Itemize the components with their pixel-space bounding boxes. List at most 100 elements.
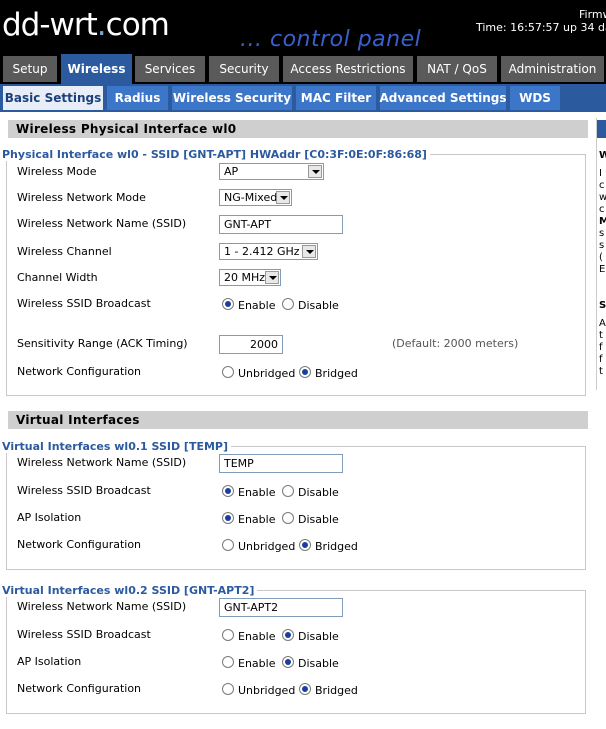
help-panel: W I c w c M s s ( E S A t f f t [596, 118, 606, 390]
tab-administration[interactable]: Administration [501, 56, 604, 82]
help-letter: S [599, 300, 606, 311]
help-letter: W [599, 150, 606, 161]
netconf-label: Network Configuration [17, 365, 142, 378]
subtab-mac-filter[interactable]: MAC Filter [296, 86, 376, 110]
ddwrt-logo: dd-wrt.com [2, 7, 170, 43]
tab-access-restrictions[interactable]: Access Restrictions [283, 56, 413, 82]
ssid-input[interactable]: GNT-APT [219, 215, 343, 234]
broadcast-disable-radio[interactable] [282, 298, 294, 310]
chevron-down-icon [265, 271, 279, 284]
channel-label: Wireless Channel [17, 245, 112, 258]
vif1-broadcast-disable-label: Disable [298, 486, 339, 499]
ssid-label: Wireless Network Name (SSID) [17, 217, 187, 230]
vif2-netconf-unbridged-radio[interactable] [222, 683, 234, 695]
netconf-unbridged-label: Unbridged [238, 367, 296, 380]
help-letter: ( [599, 252, 603, 263]
chevron-down-icon [302, 245, 316, 258]
vif1-netconf-unbridged-radio[interactable] [222, 539, 234, 551]
netconf-bridged-label: Bridged [315, 367, 358, 380]
wireless-mode-value: AP [224, 165, 239, 178]
vif1-broadcast-enable-radio[interactable] [222, 485, 234, 497]
control-panel-title: ... control panel [240, 27, 422, 52]
chevron-down-icon [308, 165, 322, 178]
vif2-broadcast-disable-radio[interactable] [282, 629, 294, 641]
vif1-legend: Virtual Interfaces wl0.1 SSID [TEMP] [2, 440, 231, 453]
vif1-isolation-label: AP Isolation [17, 511, 82, 524]
vif1-ssid-label: Wireless Network Name (SSID) [17, 456, 187, 469]
ssid-broadcast-label: Wireless SSID Broadcast [17, 297, 151, 310]
channel-width-value: 20 MHz [224, 271, 266, 284]
vif1-isolation-disable-radio[interactable] [282, 512, 294, 524]
vif2-netconf-unbridged-label: Unbridged [238, 684, 296, 697]
broadcast-enable-label: Enable [238, 299, 276, 312]
tab-security[interactable]: Security [209, 56, 279, 82]
subtab-advanced-settings[interactable]: Advanced Settings [380, 86, 507, 110]
tab-setup[interactable]: Setup [3, 56, 57, 82]
vif1-isolation-disable-label: Disable [298, 513, 339, 526]
help-letter: t [599, 366, 603, 377]
help-letter: I [599, 168, 602, 179]
physical-section-title: Wireless Physical Interface wl0 [8, 120, 588, 138]
vif1-broadcast-disable-radio[interactable] [282, 485, 294, 497]
help-header-bar [597, 120, 606, 138]
vif1-broadcast-label: Wireless SSID Broadcast [17, 484, 151, 497]
help-letter: s [599, 240, 605, 251]
subtab-wireless-security[interactable]: Wireless Security [172, 86, 292, 110]
tab-nat-qos[interactable]: NAT / QoS [417, 56, 497, 82]
vif2-netconf-bridged-label: Bridged [315, 684, 358, 697]
vif1-ssid-input[interactable]: TEMP [219, 454, 343, 473]
subtab-wds[interactable]: WDS [510, 86, 560, 110]
vif2-ssid-label: Wireless Network Name (SSID) [17, 600, 187, 613]
help-letter: M [599, 216, 606, 227]
vif2-isolation-disable-radio[interactable] [282, 656, 294, 668]
network-mode-label: Wireless Network Mode [17, 191, 146, 204]
vif1-netconf-bridged-radio[interactable] [299, 539, 311, 551]
wireless-mode-label: Wireless Mode [17, 165, 97, 178]
tab-services[interactable]: Services [135, 56, 205, 82]
vif2-netconf-bridged-radio[interactable] [299, 683, 311, 695]
help-letter: t [599, 330, 603, 341]
broadcast-enable-radio[interactable] [222, 298, 234, 310]
help-letter: A [599, 318, 606, 329]
help-letter: E [599, 264, 606, 275]
vif1-isolation-enable-label: Enable [238, 513, 276, 526]
subtab-basic-settings[interactable]: Basic Settings [3, 86, 103, 110]
uptime-label: Time: 16:57:57 up 34 days [476, 21, 606, 34]
tab-wireless[interactable]: Wireless [61, 54, 132, 84]
virtual-section-title: Virtual Interfaces [8, 411, 588, 429]
network-mode-select[interactable]: NG-Mixed [219, 189, 292, 206]
sensitivity-hint: (Default: 2000 meters) [392, 337, 519, 350]
help-letter: f [599, 342, 603, 353]
vif2-netconf-label: Network Configuration [17, 682, 142, 695]
netconf-bridged-radio[interactable] [299, 366, 311, 378]
physical-legend: Physical Interface wl0 - SSID [GNT-APT] … [2, 148, 430, 161]
vif1-netconf-label: Network Configuration [17, 538, 142, 551]
vif2-ssid-input[interactable]: GNT-APT2 [219, 598, 343, 617]
channel-value: 1 - 2.412 GHz [224, 245, 300, 258]
help-letter: c [599, 180, 605, 191]
logo-main: dd-wrt [2, 7, 98, 43]
vif2-isolation-label: AP Isolation [17, 655, 82, 668]
sensitivity-input[interactable]: 2000 [219, 335, 283, 354]
vif1-broadcast-enable-label: Enable [238, 486, 276, 499]
logo-com: com [105, 7, 170, 43]
help-letter: c [599, 204, 605, 215]
vif2-broadcast-enable-label: Enable [238, 630, 276, 643]
main-tabs: Setup Wireless Services Security Access … [0, 54, 606, 84]
channel-select[interactable]: 1 - 2.412 GHz [219, 243, 318, 260]
vif2-isolation-disable-label: Disable [298, 657, 339, 670]
vif2-broadcast-enable-radio[interactable] [222, 629, 234, 641]
firmware-label: Firmw [579, 8, 606, 21]
vif2-legend: Virtual Interfaces wl0.2 SSID [GNT-APT2] [2, 584, 258, 597]
vif1-isolation-enable-radio[interactable] [222, 512, 234, 524]
vif2-isolation-enable-label: Enable [238, 657, 276, 670]
vif2-isolation-enable-radio[interactable] [222, 656, 234, 668]
subtab-radius[interactable]: Radius [107, 86, 168, 110]
wireless-mode-select[interactable]: AP [219, 163, 324, 180]
channel-width-label: Channel Width [17, 271, 98, 284]
netconf-unbridged-radio[interactable] [222, 366, 234, 378]
sub-tabs: Basic Settings Radius Wireless Security … [0, 84, 606, 112]
channel-width-select[interactable]: 20 MHz [219, 269, 281, 286]
help-letter: w [599, 192, 606, 203]
header: dd-wrt.com ... control panel Firmw Time:… [0, 0, 606, 54]
